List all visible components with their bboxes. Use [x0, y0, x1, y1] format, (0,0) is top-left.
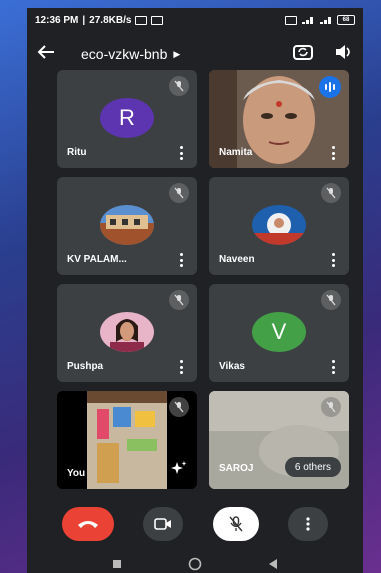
camera-toggle-button[interactable]: [143, 507, 184, 541]
more-vert-icon[interactable]: [179, 253, 183, 267]
more-vert-icon[interactable]: [179, 146, 183, 160]
mic-off-icon: [321, 183, 341, 203]
participant-tile-naveen[interactable]: Naveen: [209, 177, 349, 275]
mic-off-icon: [229, 516, 243, 532]
mic-off-icon: [169, 183, 189, 203]
mic-toggle-button[interactable]: [212, 507, 259, 541]
speaker-icon[interactable]: [335, 44, 353, 65]
participant-name: KV PALAM...: [67, 254, 127, 265]
more-vert-icon: [306, 517, 310, 531]
more-vert-icon[interactable]: [331, 253, 335, 267]
speaking-icon: [319, 76, 341, 98]
home-icon[interactable]: [188, 557, 202, 571]
avatar: V: [252, 312, 306, 352]
participant-tile-vikas[interactable]: V Vikas: [209, 284, 349, 382]
camera-icon: [154, 518, 172, 530]
participant-name: Vikas: [219, 361, 245, 372]
participant-tile-pushpa[interactable]: Pushpa: [57, 284, 197, 382]
mic-off-icon: [169, 76, 189, 96]
participant-name: SAROJ: [219, 463, 254, 474]
meeting-code[interactable]: eco-vzkw-bnb: [81, 46, 167, 62]
participant-tile-ritu[interactable]: R Ritu: [57, 70, 197, 168]
back-arrow-icon[interactable]: [37, 43, 67, 66]
android-nav-bar: [27, 554, 363, 573]
participant-tile-saroj[interactable]: SAROJ 6 others: [209, 391, 349, 489]
participant-tile-self[interactable]: You: [57, 391, 197, 489]
avatar: [100, 312, 154, 352]
caret-right-icon[interactable]: ▶: [173, 49, 180, 60]
end-call-button[interactable]: [61, 507, 114, 541]
recents-icon[interactable]: [112, 559, 122, 569]
participant-name: Ritu: [67, 147, 87, 158]
avatar: R: [100, 98, 154, 138]
message-notification-icon: [135, 15, 148, 25]
signal-icon-2: [320, 16, 331, 24]
more-vert-icon[interactable]: [331, 146, 335, 160]
participant-name: Namita: [219, 147, 253, 158]
others-count-button[interactable]: 6 others: [284, 457, 341, 477]
mic-off-icon: [321, 290, 341, 310]
more-vert-icon[interactable]: [179, 360, 183, 374]
participant-name: You: [67, 468, 86, 479]
call-controls: [27, 502, 363, 546]
participant-tile-namita[interactable]: Namita: [209, 70, 349, 168]
end-call-icon: [77, 521, 98, 528]
meet-call-screen: 12:36 PM | 27.8KB/s 68 eco-vzkw-bnb ▶ R …: [27, 8, 363, 573]
meeting-header: eco-vzkw-bnb ▶: [27, 36, 363, 72]
participant-tile-kv-palam[interactable]: KV PALAM...: [57, 177, 197, 275]
back-icon[interactable]: [268, 558, 278, 570]
sim-icon: [285, 15, 297, 25]
network-speed: 27.8KB/s: [89, 14, 132, 26]
battery-icon: 68: [337, 15, 355, 25]
mic-off-icon: [169, 397, 189, 417]
avatar: [100, 205, 154, 245]
mic-off-icon: [169, 290, 189, 310]
switch-camera-icon[interactable]: [293, 43, 313, 66]
avatar: [252, 205, 306, 245]
participant-name: Pushpa: [67, 361, 104, 372]
signal-icon: [302, 16, 313, 24]
status-bar: 12:36 PM | 27.8KB/s 68: [27, 8, 363, 32]
mic-off-icon: [321, 397, 341, 417]
gallery-notification-icon: [151, 15, 164, 25]
effects-icon[interactable]: [171, 460, 187, 481]
status-time: 12:36 PM: [35, 14, 79, 26]
more-vert-icon[interactable]: [331, 360, 335, 374]
participant-name: Naveen: [219, 254, 255, 265]
more-options-button[interactable]: [288, 507, 329, 541]
